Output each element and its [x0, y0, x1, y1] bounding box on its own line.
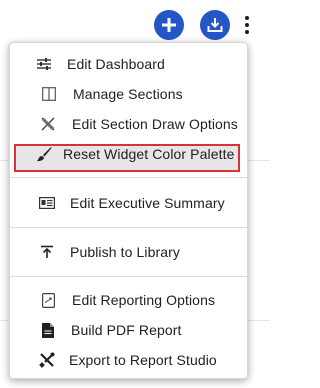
- publish-upload-icon: [38, 243, 56, 261]
- draw-options-icon: [39, 115, 57, 133]
- download-tray-icon: [207, 18, 223, 32]
- menu-item-label: Manage Sections: [73, 86, 183, 102]
- paintbrush-icon: [35, 145, 53, 163]
- menu-divider: [10, 177, 247, 178]
- dashboard-page: Edit Dashboard Manage Sections Edit Sect…: [0, 0, 270, 388]
- columns-icon: [40, 85, 58, 103]
- plus-icon: [162, 18, 176, 32]
- menu-item-label: Edit Executive Summary: [70, 195, 225, 211]
- tools-icon: [38, 351, 56, 369]
- menu-item-edit-reporting-options[interactable]: Edit Reporting Options: [10, 285, 247, 315]
- add-button[interactable]: [154, 10, 184, 40]
- sliders-icon: [35, 55, 53, 73]
- dashboard-options-menu: Edit Dashboard Manage Sections Edit Sect…: [9, 42, 248, 379]
- menu-divider: [10, 227, 247, 228]
- menu-item-edit-dashboard[interactable]: Edit Dashboard: [10, 49, 247, 79]
- menu-item-build-pdf-report[interactable]: Build PDF Report: [10, 315, 247, 345]
- menu-item-label: Reset Widget Color Palette: [63, 146, 235, 162]
- menu-item-manage-sections[interactable]: Manage Sections: [10, 79, 247, 109]
- pdf-file-icon: [39, 321, 57, 339]
- menu-item-edit-executive-summary[interactable]: Edit Executive Summary: [10, 188, 247, 218]
- menu-item-label: Build PDF Report: [71, 322, 182, 338]
- menu-item-export-to-report-studio[interactable]: Export to Report Studio: [10, 345, 247, 375]
- menu-item-label: Edit Reporting Options: [72, 292, 216, 308]
- download-button[interactable]: [200, 10, 230, 40]
- menu-item-label: Publish to Library: [70, 244, 180, 260]
- menu-divider: [10, 276, 247, 277]
- menu-item-label: Edit Section Draw Options: [72, 116, 238, 132]
- menu-item-edit-section-draw-options[interactable]: Edit Section Draw Options: [10, 109, 247, 139]
- menu-item-publish-to-library[interactable]: Publish to Library: [10, 237, 247, 267]
- menu-item-reset-widget-color-palette[interactable]: Reset Widget Color Palette: [10, 139, 247, 169]
- menu-item-label: Edit Dashboard: [67, 56, 165, 72]
- more-options-button[interactable]: [242, 10, 252, 40]
- dashboard-toolbar: [138, 10, 252, 40]
- vertical-ellipsis-icon: [245, 16, 249, 20]
- menu-item-label: Export to Report Studio: [69, 352, 217, 368]
- report-options-icon: [39, 291, 57, 309]
- summary-card-icon: [38, 194, 56, 212]
